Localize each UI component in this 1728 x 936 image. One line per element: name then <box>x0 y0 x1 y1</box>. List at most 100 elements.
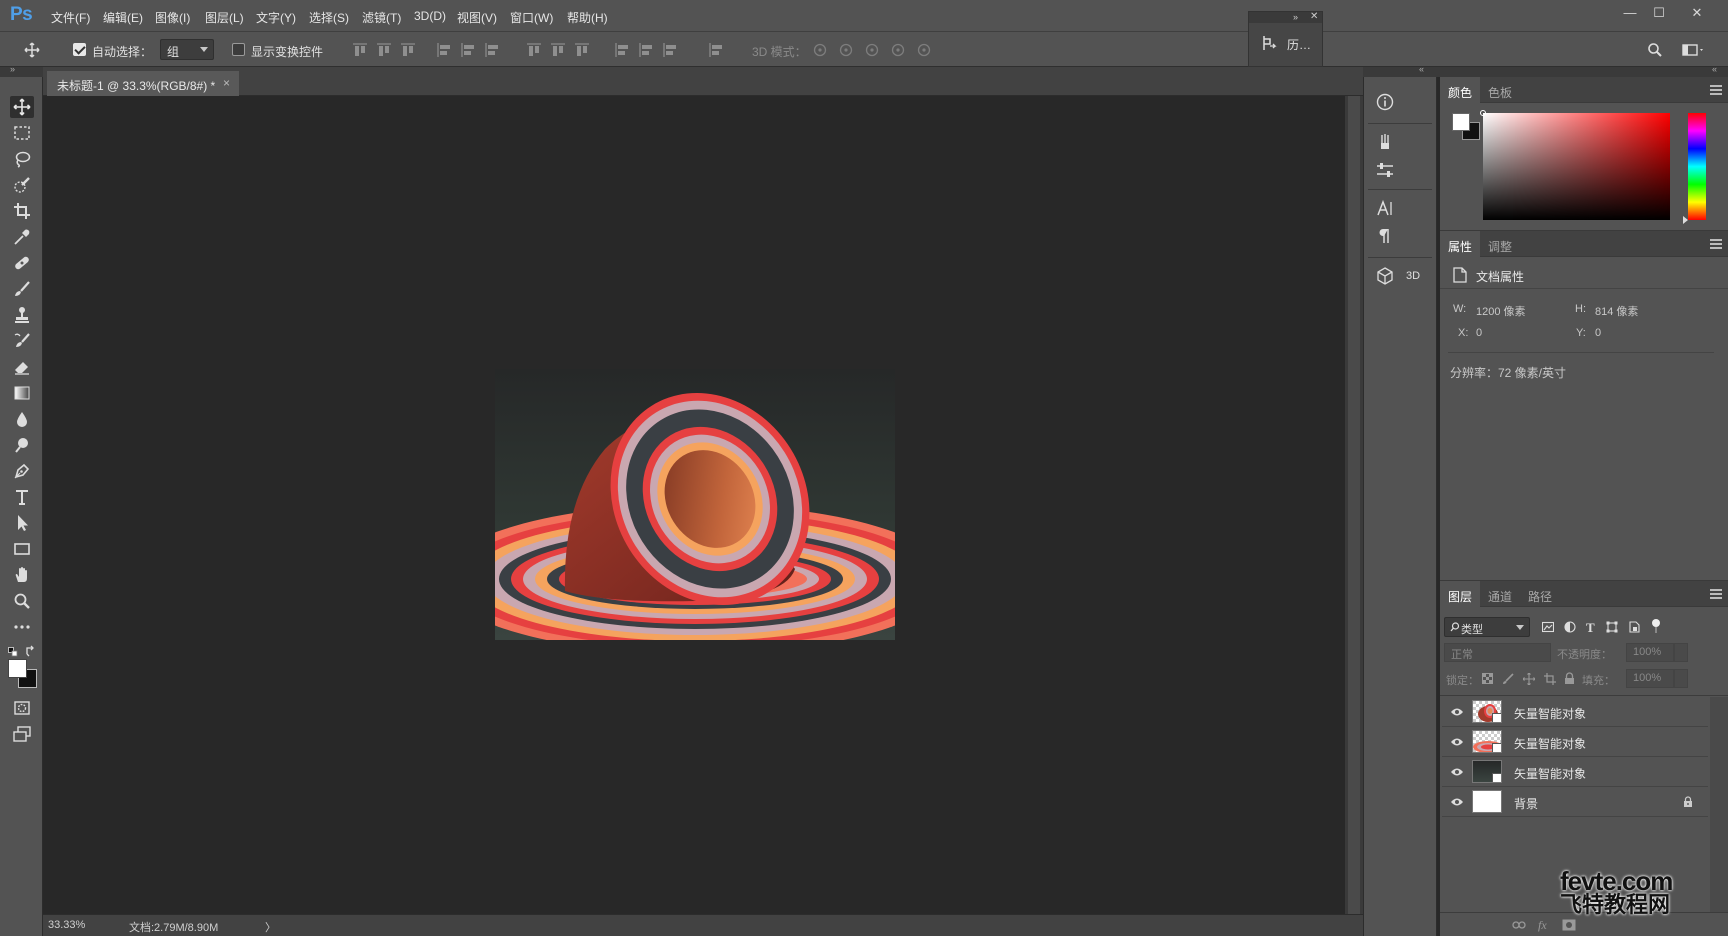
auto-align-icon[interactable] <box>708 42 724 58</box>
menu-view[interactable]: 视图(V) <box>457 9 497 26</box>
menu-type[interactable]: 文字(Y) <box>256 9 296 26</box>
menu-filter[interactable]: 滤镜(T) <box>362 9 401 26</box>
tab-properties[interactable]: 属性 <box>1440 231 1481 257</box>
panel-menu-icon[interactable] <box>1710 239 1722 249</box>
menu-help[interactable]: 帮助(H) <box>567 9 608 26</box>
lock-pixels-icon[interactable] <box>1502 673 1514 685</box>
filter-type-icon[interactable]: T <box>1586 620 1595 636</box>
distribute-hcenter-icon[interactable] <box>638 42 654 58</box>
zoom-tool-icon[interactable] <box>10 590 34 612</box>
foreground-color-swatch[interactable] <box>8 659 27 678</box>
layer-name[interactable]: 矢量智能对象 <box>1514 765 1586 782</box>
adjustments-button[interactable] <box>1364 157 1438 183</box>
lock-position-icon[interactable] <box>1523 673 1535 685</box>
collapse-icon[interactable]: » <box>1293 12 1298 22</box>
tab-close-icon[interactable]: × <box>223 76 230 90</box>
toolbar-header[interactable]: » <box>0 64 43 77</box>
zoom-level[interactable]: 33.33% <box>48 919 85 931</box>
menu-layer[interactable]: 图层(L) <box>205 9 244 26</box>
x-value[interactable]: 0 <box>1476 327 1482 339</box>
layer-row[interactable]: 背景 <box>1442 787 1708 817</box>
tab-paths[interactable]: 路径 <box>1520 581 1560 607</box>
fx-icon[interactable]: fx <box>1538 918 1547 933</box>
auto-select-target-dropdown[interactable]: 组 <box>160 39 214 60</box>
align-left-icon[interactable] <box>436 42 452 58</box>
hue-slider-handle[interactable] <box>1683 216 1688 224</box>
clone-stamp-tool-icon[interactable] <box>10 304 34 326</box>
scale-3d-icon[interactable] <box>916 42 932 58</box>
menu-image[interactable]: 图像(I) <box>155 9 190 26</box>
lock-transparent-icon[interactable] <box>1482 673 1493 684</box>
layer-filter-dropdown[interactable]: 类型 <box>1444 617 1530 637</box>
fill-dropdown-button[interactable] <box>1674 669 1688 688</box>
filter-shape-icon[interactable] <box>1606 621 1618 633</box>
filter-toggle-icon[interactable] <box>1652 619 1660 627</box>
drag-3d-icon[interactable] <box>864 42 880 58</box>
history-icon[interactable] <box>1261 34 1277 52</box>
layer-thumbnail[interactable] <box>1472 730 1502 753</box>
status-menu-arrow[interactable]: 〉 <box>265 919 276 935</box>
panel-menu-icon[interactable] <box>1710 85 1722 95</box>
layer-thumbnail[interactable] <box>1472 760 1502 783</box>
swap-colors-icon[interactable] <box>25 645 37 657</box>
vertical-scrollbar[interactable] <box>1345 96 1363 914</box>
workspace-switcher-icon[interactable] <box>1682 42 1704 58</box>
menu-file[interactable]: 文件(F) <box>51 9 90 26</box>
blend-mode-dropdown[interactable]: 正常 <box>1444 643 1551 662</box>
history-brush-tool-icon[interactable] <box>10 330 34 352</box>
3d-panel-button[interactable]: 3D <box>1364 263 1438 289</box>
screen-mode-icon[interactable] <box>10 723 34 745</box>
history-mini-label[interactable]: 历… <box>1287 36 1311 53</box>
type-tool-icon[interactable] <box>10 486 34 508</box>
filter-pixel-icon[interactable] <box>1542 621 1554 633</box>
hand-tool-icon[interactable] <box>10 564 34 586</box>
blur-tool-icon[interactable] <box>10 408 34 430</box>
collapse-icon[interactable]: « <box>1712 64 1717 74</box>
panel-dock-header[interactable]: « <box>1363 64 1437 77</box>
character-panel-button[interactable] <box>1364 195 1438 221</box>
tab-color[interactable]: 颜色 <box>1440 77 1481 103</box>
show-transform-controls-checkbox[interactable] <box>232 43 245 56</box>
distribute-vcenter-icon[interactable] <box>550 42 566 58</box>
maximize-button[interactable]: ☐ <box>1648 4 1670 22</box>
lock-artboard-icon[interactable] <box>1544 673 1556 685</box>
align-top-icon[interactable] <box>352 42 368 58</box>
align-right-icon[interactable] <box>484 42 500 58</box>
opacity-input[interactable]: 100% <box>1626 643 1674 662</box>
layer-thumbnail[interactable] <box>1472 790 1502 813</box>
panel-menu-icon[interactable] <box>1710 589 1722 599</box>
healing-brush-tool-icon[interactable] <box>10 252 34 274</box>
quick-mask-icon[interactable] <box>10 697 34 719</box>
eraser-tool-icon[interactable] <box>10 356 34 378</box>
document-tab[interactable]: 未标题-1 @ 33.3%(RGB/8#) * × <box>47 71 239 96</box>
layers-scrollbar[interactable] <box>1710 697 1728 912</box>
distribute-bottom-icon[interactable] <box>574 42 590 58</box>
info-panel-button[interactable] <box>1364 89 1438 115</box>
lock-all-icon[interactable] <box>1564 672 1575 685</box>
slide-3d-icon[interactable] <box>890 42 906 58</box>
marquee-tool-icon[interactable] <box>10 122 34 144</box>
distribute-left-icon[interactable] <box>614 42 630 58</box>
collapse-icon[interactable]: « <box>1419 64 1424 74</box>
menu-select[interactable]: 选择(S) <box>309 9 349 26</box>
filter-smart-object-icon[interactable] <box>1628 621 1640 633</box>
close-icon[interactable]: ✕ <box>1310 11 1318 22</box>
color-picker-cursor[interactable] <box>1480 110 1486 116</box>
brush-presets-button[interactable] <box>1364 129 1438 155</box>
expand-icon[interactable]: » <box>10 64 15 74</box>
move-tool-icon[interactable] <box>10 96 34 118</box>
search-icon[interactable] <box>1647 42 1663 58</box>
right-dock-header[interactable]: « <box>1437 64 1728 77</box>
align-bottom-icon[interactable] <box>400 42 416 58</box>
width-value[interactable]: 1200 像素 <box>1476 303 1526 319</box>
roll-3d-icon[interactable] <box>838 42 854 58</box>
distribute-right-icon[interactable] <box>662 42 678 58</box>
layer-name[interactable]: 背景 <box>1514 795 1538 812</box>
menu-window[interactable]: 窗口(W) <box>510 9 553 26</box>
move-tool-preset-icon[interactable] <box>24 42 40 58</box>
height-value[interactable]: 814 像素 <box>1595 303 1638 319</box>
hue-slider[interactable] <box>1688 113 1706 220</box>
fill-input[interactable]: 100% <box>1626 669 1674 688</box>
layer-row[interactable]: 矢量智能对象 <box>1442 757 1708 787</box>
layer-name[interactable]: 矢量智能对象 <box>1514 735 1586 752</box>
